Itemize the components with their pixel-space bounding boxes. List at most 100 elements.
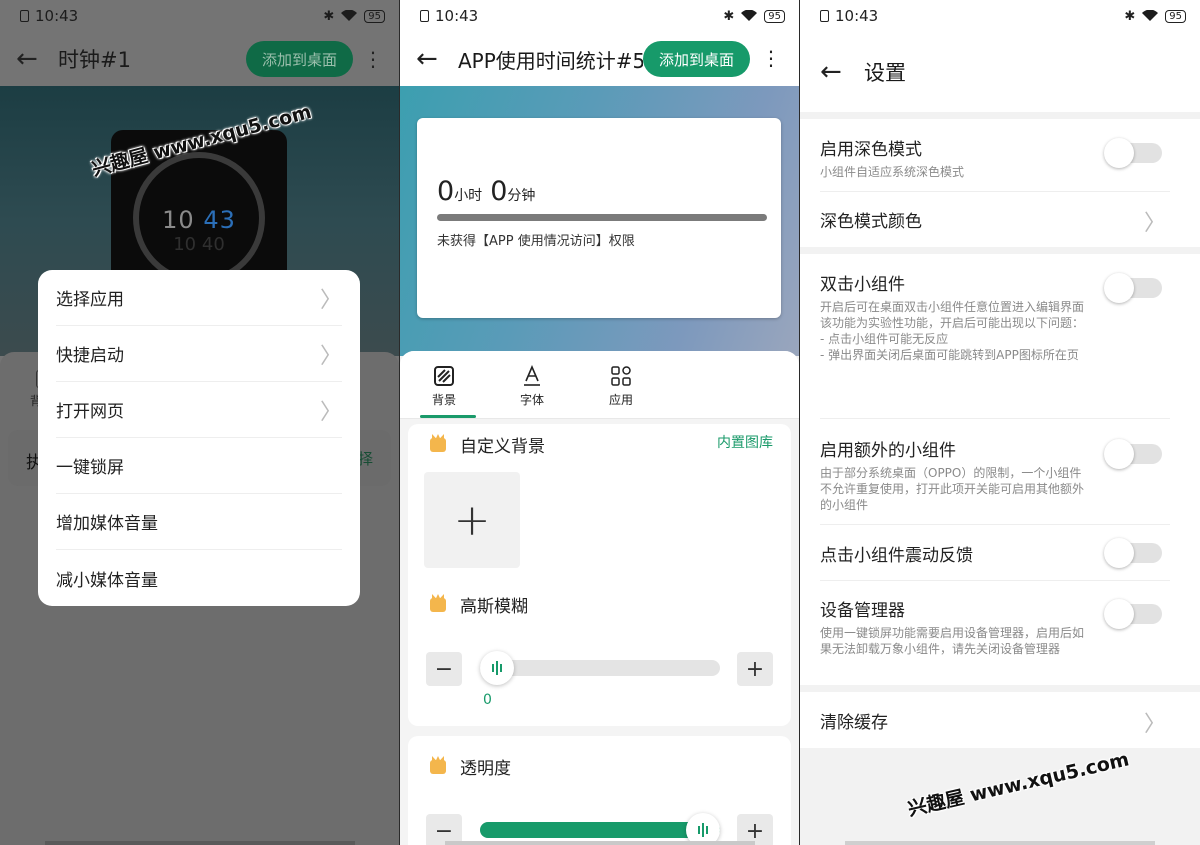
clock-next-line: 10 40 [173,234,225,255]
menu-item-label: 快捷启动 [56,346,124,366]
setting-description: 由于部分系统桌面（OPPO）的限制，一个小组件不允许重复使用，打开此项开关能可启… [820,466,1085,512]
blur-decrease-button[interactable]: − [426,652,462,686]
setting-dark-mode-color[interactable]: 深色模式颜色 [820,207,1170,232]
more-options-icon[interactable]: ⋮ [761,46,781,70]
usage-hours-unit: 小时 [454,188,483,204]
background-settings-card: 自定义背景 内置图库 高斯模糊 − + 0 [408,424,791,726]
chevron-right-icon: 〉 [319,287,342,313]
clock-minute: 43 [203,206,236,234]
active-tab-indicator [420,415,476,418]
bluetooth-icon: ✱ [1124,8,1136,24]
tab-font[interactable]: 字体 [497,365,567,408]
blur-slider[interactable] [480,651,720,685]
battery-indicator: 95 [364,9,385,23]
clock-hour: 10 [162,206,195,234]
setting-description: 小组件自适应系统深色模式 [820,165,965,179]
bottom-nav-strip [45,841,355,845]
tab-apps[interactable]: 应用 [586,365,656,408]
premium-crown-icon [430,598,446,612]
menu-item-label: 选择应用 [56,290,124,310]
apps-icon [611,366,631,386]
wifi-icon [1142,10,1159,21]
builtin-gallery-link[interactable]: 内置图库 [717,432,773,452]
blur-increase-button[interactable]: + [737,652,773,686]
tab-label: 应用 [608,393,633,407]
bottom-nav-strip [845,841,1155,845]
add-to-desktop-button[interactable]: 添加到桌面 [245,41,353,77]
usage-permission-note: 未获得【APP 使用情况访问】权限 [437,234,635,249]
app-bar: ← APP使用时间统计#5 添加到桌面 ⋮ [400,32,799,86]
back-arrow-icon[interactable]: ← [16,46,46,72]
haptic-feedback-toggle[interactable] [1104,538,1162,568]
usage-widget-preview: 0 小时 0 分钟 未获得【APP 使用情况访问】权限 [417,118,781,318]
bluetooth-icon: ✱ [723,8,735,24]
menu-item-quick-launch[interactable]: 快捷启动 〉 [56,326,342,382]
menu-item-lock-screen[interactable]: 一键锁屏 [56,438,342,494]
blur-slider-thumb[interactable] [480,651,514,685]
status-bar: 10:43 ✱ 95 [0,0,399,32]
usage-minutes-unit: 分钟 [507,188,536,204]
chevron-right-icon: 〉 [319,343,342,369]
tab-label: 字体 [519,393,544,407]
setting-title: 清除缓存 [820,713,888,733]
app-bar: ← 设置 [800,32,1200,112]
usage-hours: 0 [437,176,455,207]
opacity-slider[interactable] [480,813,720,845]
back-arrow-icon[interactable]: ← [820,59,850,85]
tab-background[interactable]: 背景 [409,365,479,408]
action-menu: 选择应用〉 快捷启动〉 打开网页〉 一键锁屏 增加媒体音量 减小媒体音量 [38,270,360,606]
no-sim-icon [820,10,829,22]
more-options-icon[interactable]: ⋮ [363,49,383,69]
status-time: 10:43 [835,7,879,25]
wifi-icon [741,10,758,21]
status-time: 10:43 [435,7,479,25]
dark-mode-toggle[interactable] [1104,138,1162,168]
add-to-desktop-button[interactable]: 添加到桌面 [643,41,751,77]
add-background-button[interactable]: + [424,472,520,568]
menu-item-label: 增加媒体音量 [56,514,158,534]
page-title: APP使用时间统计#5 [458,48,643,73]
settings-group-widget: 双击小组件 开启后可在桌面双击小组件任意位置进入编辑界面 该功能为实验性功能，开… [800,254,1200,685]
usage-time: 0 小时 0 分钟 [437,176,535,207]
usage-minutes: 0 [490,176,508,207]
settings-group-dark-mode: 启用深色模式 小组件自适应系统深色模式 深色模式颜色 〉 [800,119,1200,247]
premium-crown-icon [430,438,446,452]
device-admin-toggle[interactable] [1104,599,1162,629]
menu-item-volume-up[interactable]: 增加媒体音量 [56,494,342,550]
menu-item-open-webpage[interactable]: 打开网页 〉 [56,382,342,438]
extra-widgets-toggle[interactable] [1104,439,1162,469]
bottom-nav-strip [445,841,755,845]
menu-item-label: 一键锁屏 [56,458,124,478]
watermark: 兴趣屋 www.xqu5.com [905,748,1132,821]
no-sim-icon [420,10,429,22]
double-tap-toggle[interactable] [1104,273,1162,303]
chevron-right-icon: 〉 [1143,211,1166,236]
status-bar: 10:43 ✱ 95 [400,0,799,32]
divider [820,524,1170,525]
background-icon [434,366,454,386]
battery-indicator: 95 [764,9,785,23]
action-card-select[interactable]: 择 [358,448,373,469]
menu-item-select-app[interactable]: 选择应用 〉 [56,270,342,326]
divider [820,191,1170,192]
clock-time: 10 43 [111,206,287,234]
opacity-title: 透明度 [460,759,511,779]
divider [820,580,1170,581]
premium-crown-icon [430,760,446,774]
battery-indicator: 95 [1165,9,1186,23]
bluetooth-icon: ✱ [323,8,335,24]
opacity-settings-card: 透明度 − + [408,736,791,845]
usage-progress-bar [437,214,767,221]
font-icon [524,365,540,386]
page-title: 时钟#1 [58,48,131,72]
menu-item-label: 打开网页 [56,402,124,422]
setting-title: 深色模式颜色 [820,212,922,232]
setting-description: 开启后可在桌面双击小组件任意位置进入编辑界面 该功能为实验性功能，开启后可能出现… [820,300,1085,362]
menu-item-volume-down[interactable]: 减小媒体音量 [56,550,342,606]
opacity-slider-fill [480,822,720,838]
setting-clear-cache[interactable]: 清除缓存 [820,708,1170,733]
page-title: 设置 [864,61,906,85]
back-arrow-icon[interactable]: ← [416,46,446,72]
editor-tabs: 背景 字体 应用 [400,351,799,419]
blur-value: 0 [483,692,492,708]
